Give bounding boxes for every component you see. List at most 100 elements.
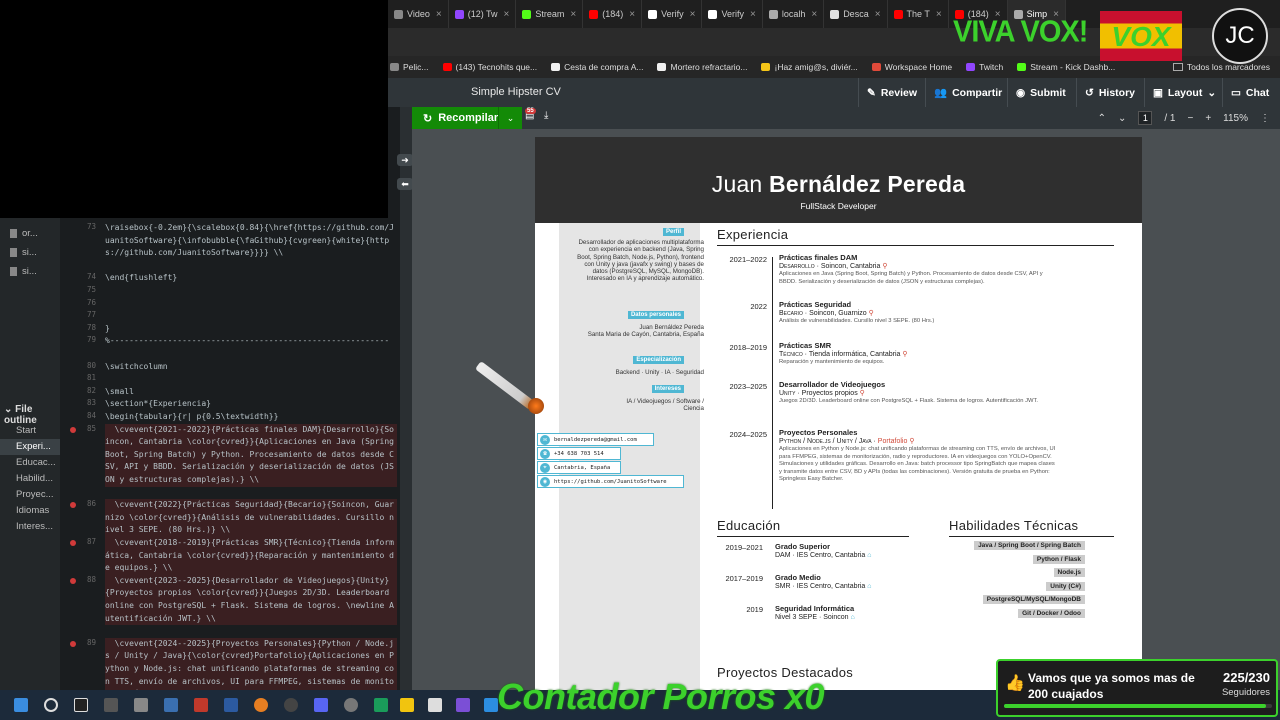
app-icon[interactable] [428,698,442,712]
share-button[interactable]: 👥 Compartir [925,78,1010,107]
close-icon[interactable]: × [750,9,756,20]
close-icon[interactable]: × [690,9,696,20]
app-icon[interactable] [484,698,498,712]
browser-tab[interactable]: Verify × [702,0,763,28]
windows-start-icon[interactable] [14,698,28,712]
chevron-down-icon[interactable]: ⌄ [1118,113,1126,124]
bookmark-item[interactable]: Stream - Kick Dashb... [1017,62,1115,72]
page-number-input[interactable]: 1 [1138,111,1153,125]
submit-button[interactable]: ◉ Submit [1007,78,1074,107]
close-icon[interactable]: × [436,9,442,20]
code-line[interactable]: \small [105,386,397,399]
file-item[interactable]: si... [0,243,60,262]
close-icon[interactable]: × [570,9,576,20]
outline-item[interactable]: Start [0,423,60,439]
code-line[interactable]: \switchcolumn [105,361,397,374]
zoom-out-button[interactable]: − [1187,113,1193,124]
code-line[interactable]: \end{flushleft} [105,272,397,285]
code-line[interactable]: \raisebox{-0.2em}{\scalebox{0.84}{\href{… [105,222,397,260]
app-icon[interactable] [134,698,148,712]
browser-tab[interactable]: Video × [388,0,449,28]
browser-tab[interactable]: (184) × [583,0,643,28]
app-icon[interactable] [254,698,268,712]
bookmark-item[interactable]: (143) Tecnohits que... [442,62,537,72]
contact-item[interactable]: ☎ +34 638 703 514 [537,447,621,460]
browser-tab[interactable]: localh × [763,0,825,28]
browser-tab[interactable]: Verify × [642,0,703,28]
app-icon[interactable] [74,698,88,712]
skills-title: Habilidades Técnicas [949,518,1079,533]
code-line[interactable]: %---------------------------------------… [105,335,397,348]
bookmark-item[interactable]: Pelic... [390,62,429,72]
code-editor[interactable]: 73 74 75 76 77 78 79 80 81 82 83 84 85 86 87 88 89 \rais… [60,218,400,690]
code-line[interactable]: \begin{tabular}{r| p{0.5\textwidth}} [105,411,397,424]
app-icon[interactable] [194,698,208,712]
contact-item[interactable]: ◉ https://github.com/JuanitoSoftware [537,475,684,488]
history-button[interactable]: ↺ History [1076,78,1143,107]
outline-item[interactable]: Habilid... [0,471,60,487]
close-icon[interactable]: × [875,9,881,20]
bookmark-item[interactable]: Mortero refractario... [657,62,747,72]
bookmark-item[interactable]: Workspace Home [871,62,952,72]
pane-splitter[interactable]: ➜ ⬅ [397,107,413,690]
more-icon[interactable]: ⋮ [1260,113,1270,124]
browser-tab[interactable]: The T × [888,0,949,28]
app-icon[interactable] [344,698,358,712]
download-icon[interactable]: ⤓ [544,110,548,121]
file-item[interactable]: or... [0,224,60,243]
app-icon[interactable] [284,698,298,712]
app-icon[interactable] [314,698,328,712]
browser-tab[interactable]: Desca × [824,0,888,28]
education-place: DAM · IES Centro, Cantabria [775,552,866,559]
bookmark-item[interactable]: Cesta de compra A... [551,62,643,72]
review-button[interactable]: ✎ Review [858,78,925,107]
app-icon[interactable] [456,698,470,712]
recompile-options-button[interactable]: ⌄ [498,107,522,129]
code-line[interactable]: \cvevent{2023--2025}{Desarrollador de Vi… [105,574,397,626]
code-line[interactable]: } [105,323,397,336]
browser-tab[interactable]: (12) Tw × [449,0,517,28]
layout-button[interactable]: ▣ Layout ⌄ [1144,78,1224,107]
file-tree-pane: or... si... si... ⌄ File outline Start Expe… [0,218,60,690]
close-icon[interactable]: × [936,9,942,20]
timeline-line [772,257,773,509]
contact-item[interactable]: ✉ bernaldezpereda@gmail.com [537,433,654,446]
project-title[interactable]: Simple Hipster CV [471,86,561,98]
code-line[interactable]: \section*{Experiencia} [105,398,397,411]
chat-button[interactable]: ▭ Chat [1222,78,1277,107]
outline-item[interactable]: Experi... [0,439,60,455]
tab-label: Verify [721,9,744,19]
contact-item[interactable]: ⌖ Cantabria, España [537,461,621,474]
arrow-right-icon[interactable]: ➜ [397,154,413,166]
zoom-level[interactable]: 115% [1223,113,1248,124]
file-item[interactable]: si... [0,262,60,281]
code-line[interactable]: \cvevent{2021--2022}{Prácticas finales D… [105,423,397,487]
app-icon[interactable] [164,698,178,712]
outline-item[interactable]: Educac... [0,455,60,471]
close-icon[interactable]: × [629,9,635,20]
app-icon[interactable] [224,698,238,712]
close-icon[interactable]: × [504,9,510,20]
close-icon[interactable]: × [811,9,817,20]
portfolio-link[interactable]: Portafolio [878,438,908,445]
logs-button[interactable]: ▤ 55 [525,108,536,121]
outline-item[interactable]: Interes... [0,519,60,535]
folder-icon[interactable] [400,698,414,712]
outline-item[interactable]: Proyec... [0,487,60,503]
search-icon[interactable] [44,698,58,712]
line-number: 74 [86,272,96,282]
code-line[interactable]: \cvevent{2024--2025}{Proyectos Personale… [105,637,397,690]
browser-tab[interactable]: Stream × [516,0,584,28]
bookmark-item[interactable]: ¡Haz amig@s, diviér... [761,62,858,72]
arrow-left-icon[interactable]: ⬅ [397,178,413,190]
zoom-in-button[interactable]: + [1205,113,1211,124]
outline-item[interactable]: Idiomas [0,503,60,519]
code-line[interactable]: \cvevent{2018--2019}{Prácticas SMR}{Técn… [105,537,397,575]
app-icon[interactable] [104,698,118,712]
all-bookmarks-folder[interactable]: Todos los marcadores [1172,62,1270,72]
bookmark-item[interactable]: Twitch [966,62,1003,72]
code-line[interactable]: \cvevent{2022}{Prácticas Seguridad}{Beca… [105,499,397,537]
app-icon[interactable] [374,698,388,712]
experience-title: Proyectos Personales [779,428,858,437]
chevron-up-icon[interactable]: ⌃ [1098,113,1106,124]
